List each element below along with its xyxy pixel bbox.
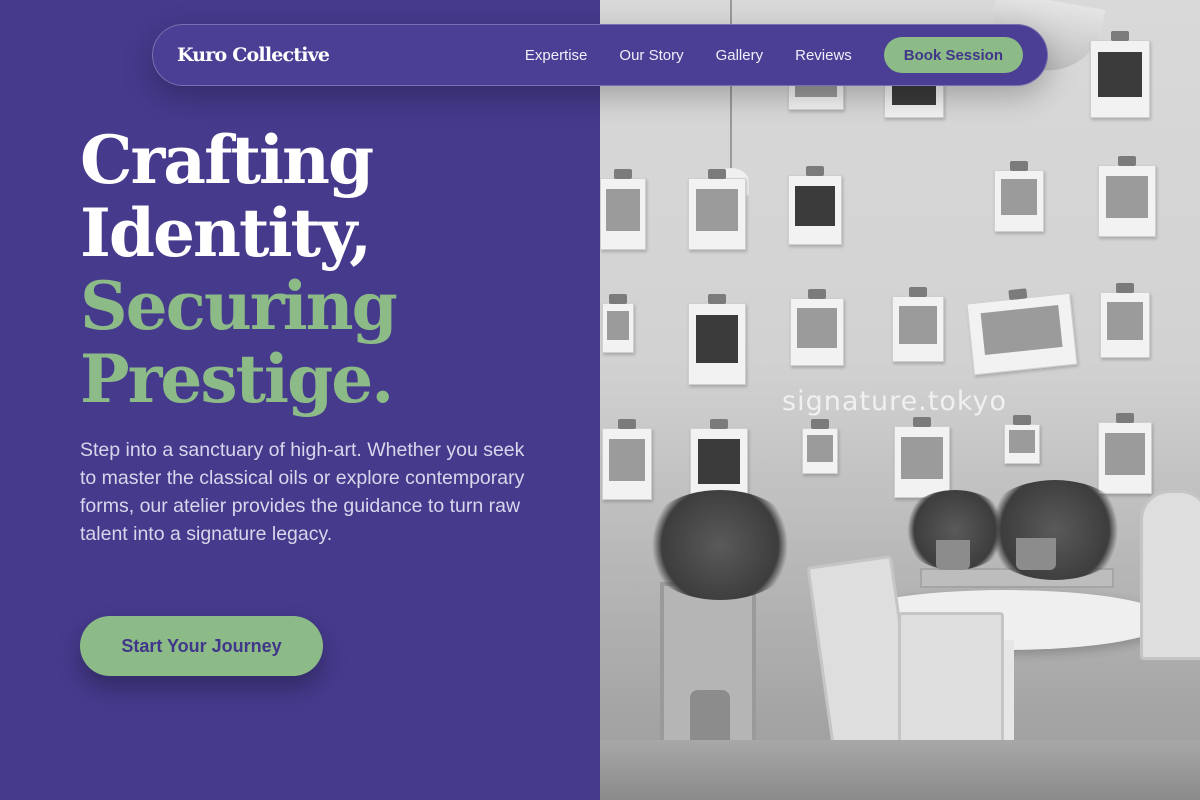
hero-title-line: Identity, (80, 194, 372, 272)
wall-print (1004, 415, 1040, 464)
wall-print (894, 417, 950, 498)
nav-link-our-story[interactable]: Our Story (619, 47, 683, 64)
wall-print (994, 161, 1044, 232)
nav-link-expertise[interactable]: Expertise (525, 47, 588, 64)
wall-print (1098, 156, 1156, 237)
wall-print (892, 287, 944, 362)
nav-link-gallery[interactable]: Gallery (716, 47, 764, 64)
wall-print (602, 294, 634, 353)
nav-link-reviews[interactable]: Reviews (795, 47, 852, 64)
hero-title: Crafting Identity, Securing Prestige. (80, 121, 398, 418)
wall-print (600, 169, 646, 250)
wall-print (688, 169, 746, 250)
wall-print (1100, 283, 1150, 358)
wall-print (788, 166, 842, 245)
plant-pot (936, 540, 970, 570)
hero-photo: signature.tokyo (600, 0, 1200, 800)
hero-title-line: Crafting (80, 121, 374, 199)
wicker-chair (1140, 490, 1200, 660)
wooden-floor (600, 740, 1200, 800)
open-magazine (966, 292, 1078, 376)
plant-pot (1016, 538, 1056, 570)
wall-print (688, 294, 746, 385)
brand-logo[interactable]: Kuro Collective (177, 44, 330, 66)
start-journey-button[interactable]: Start Your Journey (80, 616, 323, 676)
wall-print (602, 419, 652, 500)
wall-print (790, 289, 844, 366)
nav-links: Expertise Our Story Gallery Reviews Book… (525, 37, 1023, 73)
image-watermark: signature.tokyo (782, 386, 1008, 417)
wall-print (1098, 413, 1152, 494)
wall-print (802, 419, 838, 474)
top-navbar: Kuro Collective Expertise Our Story Gall… (152, 24, 1048, 86)
hero-title-accent-line: Prestige. (80, 340, 394, 418)
hero-description: Step into a sanctuary of high-art. Wheth… (80, 439, 525, 545)
hanging-plant (640, 490, 800, 600)
wall-print (1090, 31, 1150, 118)
book-session-button[interactable]: Book Session (883, 37, 1023, 73)
hero-title-accent-line: Securing (80, 267, 398, 345)
